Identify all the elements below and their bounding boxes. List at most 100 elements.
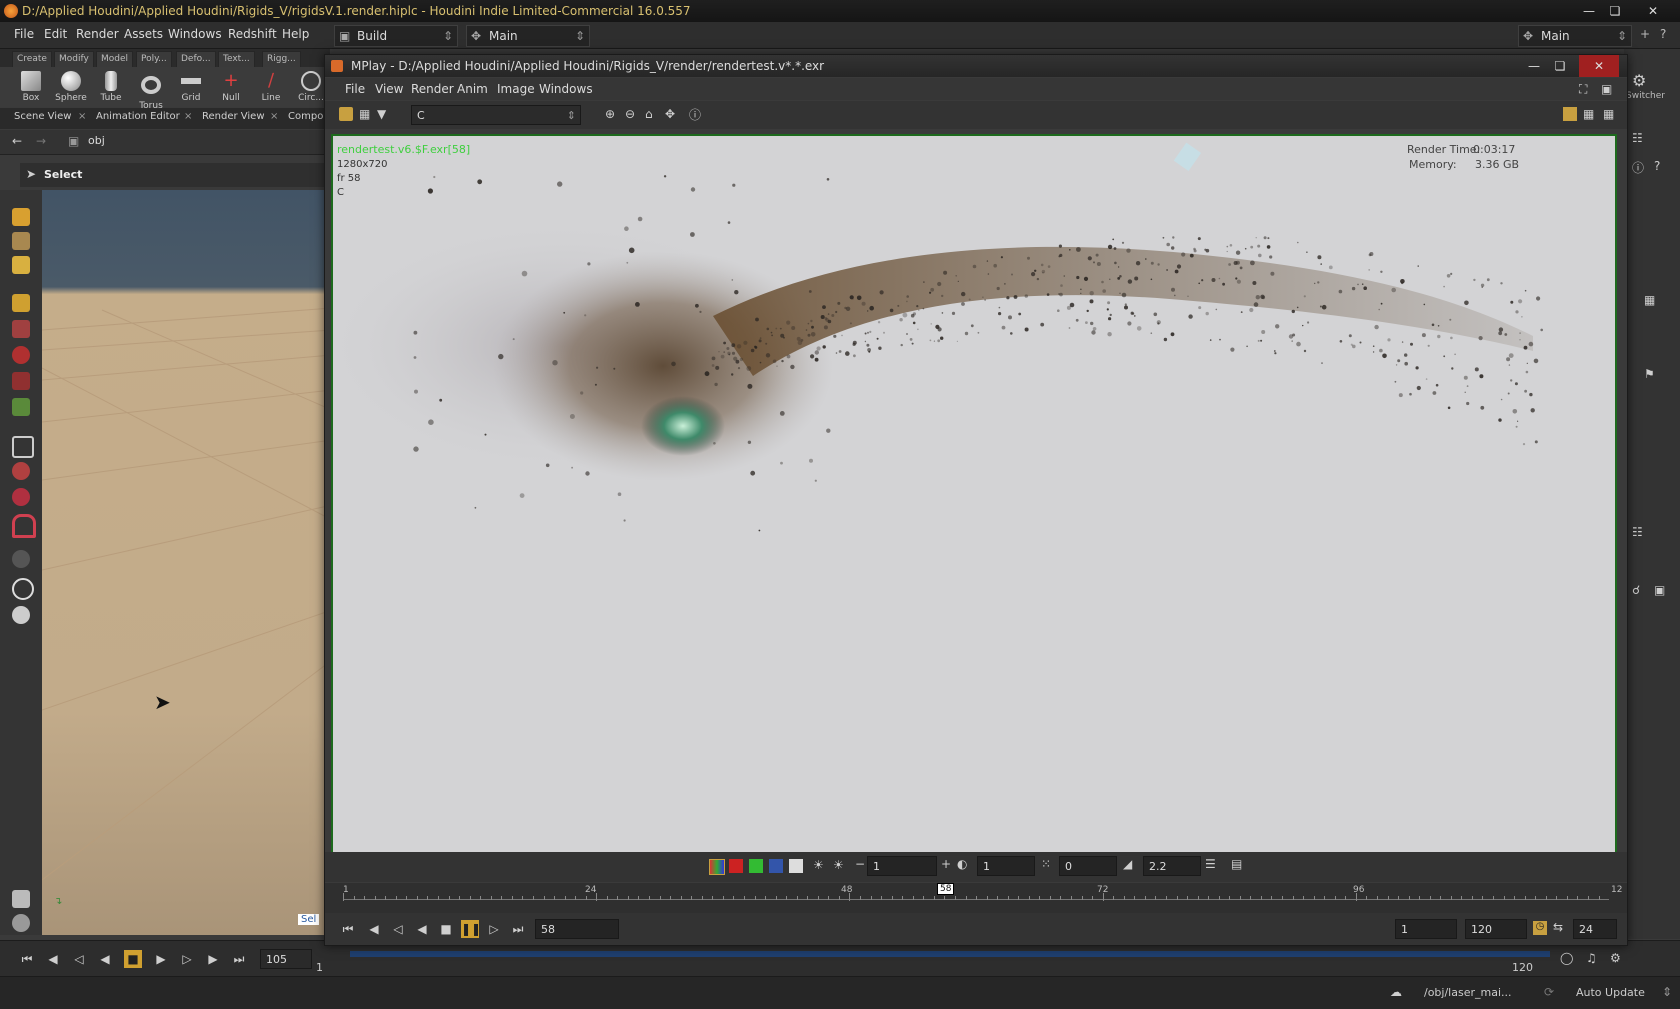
- scene-viewport[interactable]: ➤ ↴ Sel: [42, 190, 332, 935]
- switcher-icon[interactable]: ⚙: [1632, 71, 1646, 90]
- menu-windows[interactable]: Windows: [168, 27, 222, 41]
- contrast-icon[interactable]: ◐: [957, 857, 967, 871]
- minimize-icon[interactable]: —: [1521, 55, 1547, 77]
- view-tool-icon[interactable]: [12, 462, 30, 480]
- handle-tool-icon[interactable]: [12, 436, 34, 458]
- shelf-tab-texture[interactable]: Text...: [218, 51, 255, 68]
- prev-key-icon[interactable]: ◀: [44, 950, 62, 968]
- alpha-channel-icon[interactable]: [789, 859, 803, 873]
- desktop-selector[interactable]: ▣ Build ⇕: [334, 25, 458, 47]
- step-back-icon[interactable]: ◁: [389, 920, 407, 938]
- audio-icon[interactable]: ♫: [1586, 951, 1597, 965]
- next-key-icon[interactable]: ▶: [204, 950, 222, 968]
- menu-help[interactable]: Help: [282, 27, 309, 41]
- green-channel-icon[interactable]: [749, 859, 763, 873]
- menu-edit[interactable]: Edit: [44, 27, 67, 41]
- tab-render-view[interactable]: Render View: [202, 111, 265, 122]
- search-icon[interactable]: ☌: [1632, 583, 1640, 597]
- plane-selector[interactable]: C ⇕: [411, 105, 581, 125]
- center-icon[interactable]: ✥: [665, 107, 675, 121]
- snap-icon[interactable]: [12, 488, 30, 506]
- current-frame-marker[interactable]: 58: [937, 883, 955, 895]
- back-arrow-icon[interactable]: ←: [12, 134, 22, 148]
- gamma-field[interactable]: 2.2: [1143, 856, 1201, 876]
- display-icon[interactable]: ▦: [359, 107, 370, 121]
- layout-single-icon[interactable]: [1563, 107, 1577, 121]
- fullscreen-icon[interactable]: ⛶: [1579, 82, 1587, 97]
- current-frame-field[interactable]: 105: [260, 949, 312, 969]
- play-icon[interactable]: ▶: [152, 950, 170, 968]
- shelf-tab-deform[interactable]: Defo...: [176, 51, 216, 68]
- right-main-selector[interactable]: ✥ Main ⇕: [1518, 25, 1632, 47]
- camera-icon[interactable]: ▣: [1654, 583, 1665, 597]
- render-icon[interactable]: [12, 606, 30, 624]
- menu-render[interactable]: Render: [76, 27, 119, 41]
- magnet-icon[interactable]: [12, 514, 36, 538]
- paint-icon[interactable]: [12, 890, 30, 908]
- step-forward-icon[interactable]: ▷: [485, 920, 503, 938]
- close-icon[interactable]: ✕: [1579, 55, 1619, 77]
- settings-icon[interactable]: ⚙: [1610, 951, 1621, 965]
- restore-icon[interactable]: ❏: [1602, 0, 1628, 22]
- select-tool-icon[interactable]: [12, 294, 30, 312]
- mplay-menu-file[interactable]: File: [345, 82, 365, 96]
- tool-box[interactable]: Box: [12, 69, 50, 103]
- help-icon[interactable]: ?: [1660, 27, 1666, 41]
- mplay-start-field[interactable]: 1: [1395, 919, 1457, 939]
- shelf-tab-modify[interactable]: Modify: [54, 51, 94, 68]
- jump-end-icon[interactable]: ⏭: [230, 950, 248, 968]
- forward-arrow-icon[interactable]: →: [36, 134, 46, 148]
- tool-sphere[interactable]: Sphere: [52, 69, 90, 103]
- mplay-menu-view[interactable]: View: [375, 82, 403, 96]
- key-icon[interactable]: ◯: [1560, 951, 1573, 965]
- stop-icon[interactable]: ■: [124, 950, 142, 968]
- shelf-tab-poly[interactable]: Poly...: [136, 51, 172, 68]
- brightness-icon[interactable]: ☀: [833, 858, 844, 872]
- network-path[interactable]: obj: [88, 134, 105, 147]
- stop-icon[interactable]: ■: [437, 920, 455, 938]
- render-image-viewer[interactable]: rendertest.v6.$F.exr[58] 1280x720 fr 58 …: [331, 134, 1617, 854]
- float-window-icon[interactable]: ▣: [1601, 82, 1612, 96]
- select-objects-icon[interactable]: [12, 208, 30, 226]
- rotate-tool-icon[interactable]: [12, 346, 30, 364]
- step-back-icon[interactable]: ◁: [70, 950, 88, 968]
- flag-icon[interactable]: ⚑: [1644, 367, 1655, 381]
- menu-redshift[interactable]: Redshift: [228, 27, 277, 41]
- select-primitives-icon[interactable]: [12, 256, 30, 274]
- tool-torus[interactable]: Torus: [132, 69, 170, 111]
- mplay-end-field[interactable]: 120: [1465, 919, 1527, 939]
- close-icon[interactable]: ×: [78, 111, 86, 122]
- info-icon[interactable]: ⓘ: [689, 106, 701, 123]
- tab-animation-editor[interactable]: Animation Editor: [96, 111, 180, 122]
- jump-start-icon[interactable]: ⏮: [18, 950, 36, 968]
- realtime-icon[interactable]: ◷: [1533, 921, 1547, 935]
- mplay-timeline[interactable]: 1 24 48 72 96 12 58: [325, 883, 1627, 913]
- restore-icon[interactable]: ❏: [1547, 55, 1573, 77]
- tool-grid[interactable]: Grid: [172, 69, 210, 103]
- mplay-menu-windows[interactable]: Windows: [539, 82, 593, 96]
- tool-tube[interactable]: Tube: [92, 69, 130, 103]
- dropdown-icon[interactable]: ▼: [377, 107, 386, 121]
- help-icon[interactable]: ?: [1654, 159, 1660, 173]
- pose-tool-icon[interactable]: [12, 398, 30, 416]
- node-icon[interactable]: ▦: [1644, 293, 1655, 307]
- camera-icon[interactable]: [12, 578, 34, 600]
- move-tool-icon[interactable]: [12, 320, 30, 338]
- layout-quad-icon[interactable]: ▦: [1583, 107, 1594, 121]
- exposure-field[interactable]: 1: [867, 856, 937, 876]
- offset-field[interactable]: 0: [1059, 856, 1117, 876]
- zoom-out-icon[interactable]: ⊖: [625, 107, 635, 121]
- tool-null[interactable]: + Null: [212, 69, 250, 104]
- refresh-icon[interactable]: ⟳: [1544, 985, 1554, 999]
- view-mode-icon[interactable]: [339, 107, 353, 121]
- tab-scene-view[interactable]: Scene View: [14, 111, 71, 122]
- tool-line[interactable]: ∕ Line: [252, 69, 290, 104]
- prev-key-icon[interactable]: ◀: [365, 920, 383, 938]
- menu-assets[interactable]: Assets: [124, 27, 163, 41]
- shelf-tab-create[interactable]: Create: [12, 51, 52, 68]
- rgb-channel-icon[interactable]: [709, 859, 725, 875]
- chevron-updown-icon[interactable]: ⇕: [1662, 985, 1672, 999]
- brightness-field[interactable]: 1: [977, 856, 1035, 876]
- light-icon[interactable]: [12, 550, 30, 568]
- houdini-timeline-bar[interactable]: [350, 951, 1550, 957]
